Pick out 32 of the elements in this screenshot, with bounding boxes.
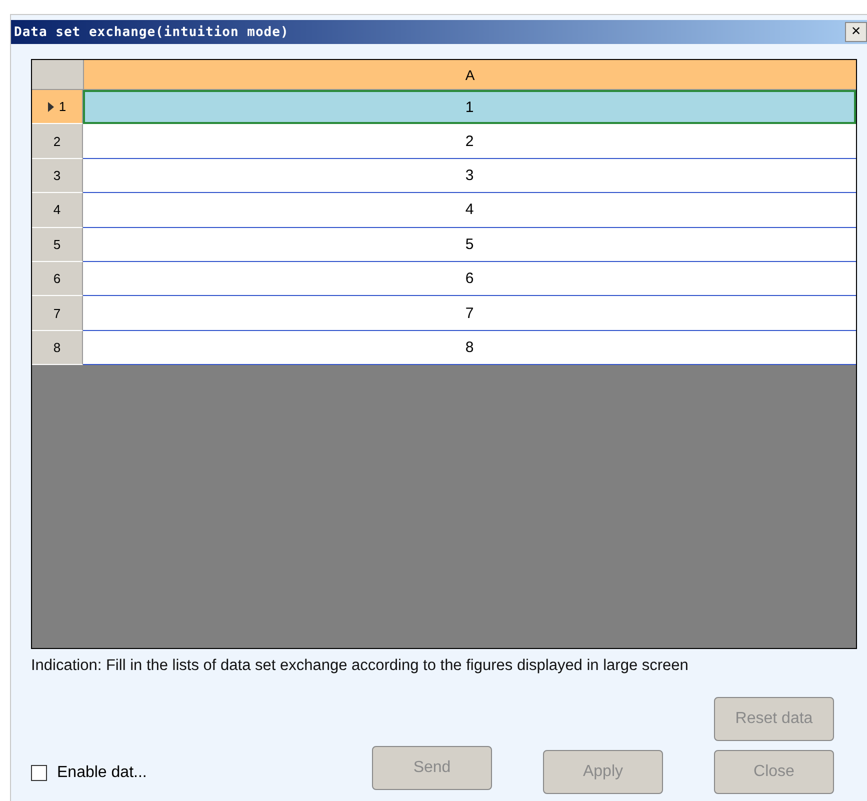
row-header[interactable]: 4 <box>32 193 83 228</box>
row-header[interactable]: 7 <box>32 296 83 331</box>
indication-text: Indication: Fill in the lists of data set exchange according to the figures displayed in large screen <box>31 657 690 675</box>
row-number: 8 <box>53 340 61 355</box>
column-header[interactable]: A <box>84 60 856 90</box>
row-number: 6 <box>53 271 61 286</box>
row-header[interactable]: 2 <box>32 124 83 159</box>
row-header[interactable]: 3 <box>32 158 83 194</box>
row-header[interactable]: 5 <box>32 228 83 262</box>
table-cell[interactable]: 4 <box>83 193 856 228</box>
table-cell[interactable]: 5 <box>83 228 856 262</box>
row-number: 5 <box>53 236 61 252</box>
window-title: Data set exchange(intuition mode) <box>14 24 289 40</box>
row-pointer-icon <box>48 102 54 112</box>
corner-cell <box>32 60 84 90</box>
row-number: 4 <box>53 202 61 218</box>
table-cell[interactable]: 2 <box>83 124 856 159</box>
row-header[interactable]: 6 <box>32 262 83 296</box>
row-header[interactable]: 1 <box>32 90 83 124</box>
table-cell[interactable]: 1 <box>83 90 856 124</box>
table-cell[interactable]: 7 <box>83 296 856 331</box>
table-cell[interactable]: 8 <box>83 330 856 366</box>
enable-checkbox[interactable]: Enable dat... <box>31 764 372 782</box>
row-number: 2 <box>53 134 61 149</box>
row-number: 1 <box>58 99 66 114</box>
row-number: 7 <box>53 306 61 321</box>
table-cell[interactable]: 3 <box>83 158 856 194</box>
row-header[interactable]: 8 <box>32 330 83 366</box>
checkbox-label: Enable dat... <box>57 764 147 782</box>
table-cell[interactable]: 6 <box>83 262 856 296</box>
row-number: 3 <box>53 168 61 183</box>
close-button[interactable]: × <box>845 22 867 42</box>
